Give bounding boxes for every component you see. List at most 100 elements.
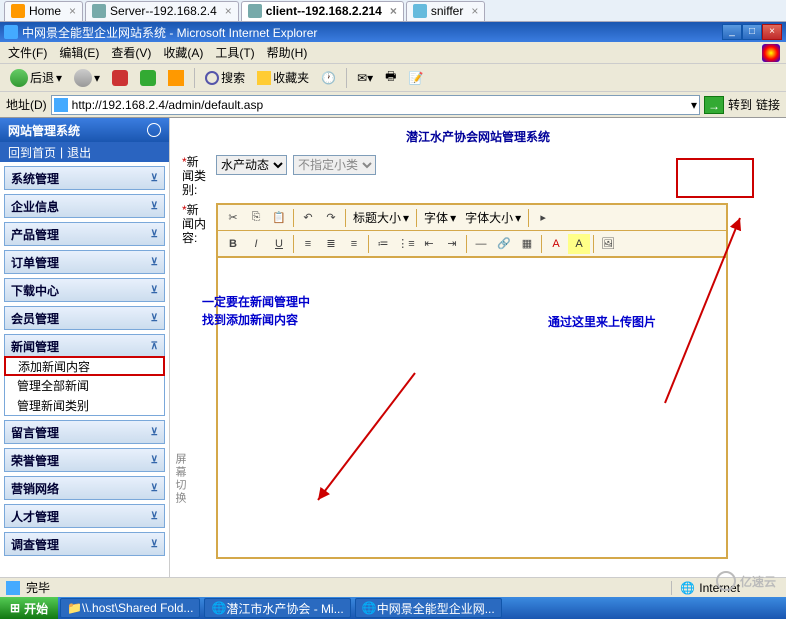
menu-view[interactable]: 查看(V) bbox=[111, 44, 151, 61]
italic-button[interactable]: I bbox=[245, 234, 267, 254]
close-icon[interactable]: × bbox=[471, 4, 478, 18]
underline-button[interactable]: U bbox=[268, 234, 290, 254]
sidebar-item-order[interactable]: 订单管理⊻ bbox=[5, 251, 164, 273]
table-button[interactable]: ▦ bbox=[516, 234, 538, 254]
star-icon bbox=[257, 71, 271, 85]
sidebar-item-survey[interactable]: 调查管理⊻ bbox=[5, 533, 164, 555]
undo-button[interactable]: ↶ bbox=[297, 208, 319, 228]
bold-button[interactable]: B bbox=[222, 234, 244, 254]
menu-file[interactable]: 文件(F) bbox=[8, 44, 47, 61]
globe-icon: 🌐 bbox=[680, 581, 695, 595]
sidebar-item-honor[interactable]: 荣誉管理⊻ bbox=[5, 449, 164, 471]
mail-button[interactable]: ✉▾ bbox=[353, 69, 377, 87]
address-input-wrap: ▾ bbox=[51, 95, 700, 115]
history-button[interactable]: 🕐 bbox=[317, 69, 340, 87]
sidebar-item-product[interactable]: 产品管理⊻ bbox=[5, 223, 164, 245]
edit-button[interactable]: 📝 bbox=[404, 69, 427, 87]
font-select[interactable]: 字体▾ bbox=[420, 209, 460, 226]
sidebar-item-message[interactable]: 留言管理⊻ bbox=[5, 421, 164, 443]
home-button[interactable] bbox=[164, 68, 188, 88]
indent-button[interactable]: ⇥ bbox=[441, 234, 463, 254]
unordered-list-button[interactable]: ⋮≡ bbox=[395, 234, 417, 254]
menu-tools[interactable]: 工具(T) bbox=[215, 44, 254, 61]
refresh-icon[interactable] bbox=[147, 123, 161, 137]
menu-favorites[interactable]: 收藏(A) bbox=[163, 44, 203, 61]
align-right-button[interactable]: ≡ bbox=[343, 234, 365, 254]
paste-button[interactable]: 📋 bbox=[268, 208, 290, 228]
outdent-button[interactable]: ⇤ bbox=[418, 234, 440, 254]
heading-size-select[interactable]: 标题大小▾ bbox=[349, 209, 413, 226]
dropdown-icon[interactable]: ▾ bbox=[691, 98, 697, 112]
links-label[interactable]: 链接 bbox=[756, 96, 780, 113]
backcolor-button[interactable]: A bbox=[568, 234, 590, 254]
close-icon[interactable]: × bbox=[225, 4, 232, 18]
sidebar-item-news[interactable]: 新闻管理⊼ bbox=[5, 335, 164, 357]
stop-button[interactable] bbox=[108, 68, 132, 88]
cloud-icon bbox=[716, 571, 736, 591]
ie-icon bbox=[4, 25, 18, 39]
sidebar-header: 网站管理系统 bbox=[0, 118, 169, 142]
sidebar-logout-link[interactable]: 退出 bbox=[67, 144, 91, 161]
start-button[interactable]: ⊞开始 bbox=[0, 597, 58, 619]
category-select-1[interactable]: 水产动态 bbox=[216, 155, 287, 175]
tab-server[interactable]: Server--192.168.2.4× bbox=[85, 1, 239, 21]
annotation-left: 一定要在新闻管理中 找到添加新闻内容 bbox=[202, 293, 310, 329]
close-icon[interactable]: × bbox=[69, 4, 76, 18]
sidebar-subitem-add-news[interactable]: 添加新闻内容 bbox=[4, 356, 165, 376]
forward-button[interactable]: ▾ bbox=[70, 67, 104, 89]
close-icon[interactable]: × bbox=[390, 4, 397, 18]
link-button[interactable]: 🔗 bbox=[493, 234, 515, 254]
taskbar-item[interactable]: 🌐 中网景全能型企业网... bbox=[355, 598, 502, 618]
refresh-button[interactable] bbox=[136, 68, 160, 88]
window-title: 中网景全能型企业网站系统 - Microsoft Internet Explor… bbox=[22, 24, 317, 41]
favorites-button[interactable]: 收藏夹 bbox=[253, 67, 313, 88]
ordered-list-button[interactable]: ≔ bbox=[372, 234, 394, 254]
sidebar-subitem-manage-category[interactable]: 管理新闻类别 bbox=[5, 395, 164, 415]
maximize-button[interactable]: □ bbox=[742, 24, 762, 40]
sidebar-item-system[interactable]: 系统管理⊻ bbox=[5, 167, 164, 189]
hr-button[interactable]: — bbox=[470, 234, 492, 254]
search-button[interactable]: 搜索 bbox=[201, 67, 249, 88]
sidebar-item-enterprise[interactable]: 企业信息⊻ bbox=[5, 195, 164, 217]
sidebar-home-link[interactable]: 回到首页 bbox=[8, 144, 56, 161]
cut-button[interactable]: ✂ bbox=[222, 208, 244, 228]
chevron-down-icon: ⊻ bbox=[151, 201, 158, 212]
chevron-down-icon: ⊻ bbox=[151, 539, 158, 550]
print-button[interactable]: 🖶 bbox=[381, 65, 400, 90]
category-select-2[interactable]: 不指定小类 bbox=[293, 155, 376, 175]
menu-edit[interactable]: 编辑(E) bbox=[59, 44, 99, 61]
page-title: 潜江水产协会网站管理系统 bbox=[182, 128, 774, 145]
chevron-down-icon: ⊻ bbox=[151, 229, 158, 240]
font-size-select[interactable]: 字体大小▾ bbox=[461, 209, 525, 226]
forecolor-button[interactable]: A bbox=[545, 234, 567, 254]
copy-button[interactable]: ⎘ bbox=[245, 208, 267, 228]
more-button[interactable]: ▸ bbox=[532, 208, 554, 228]
home-icon bbox=[11, 4, 25, 18]
menu-help[interactable]: 帮助(H) bbox=[267, 44, 308, 61]
tab-client[interactable]: client--192.168.2.214× bbox=[241, 1, 404, 21]
sidebar-item-marketing[interactable]: 营销网络⊻ bbox=[5, 477, 164, 499]
sidebar-item-member[interactable]: 会员管理⊻ bbox=[5, 307, 164, 329]
home-icon bbox=[168, 70, 184, 86]
align-left-button[interactable]: ≡ bbox=[297, 234, 319, 254]
minimize-button[interactable]: _ bbox=[722, 24, 742, 40]
insert-image-button[interactable]: 🖼 bbox=[597, 234, 619, 254]
browser-tabs: Home× Server--192.168.2.4× client--192.1… bbox=[0, 0, 786, 22]
sidebar-item-hr[interactable]: 人才管理⊻ bbox=[5, 505, 164, 527]
stop-icon bbox=[112, 70, 128, 86]
tab-sniffer[interactable]: sniffer× bbox=[406, 1, 485, 21]
close-button[interactable]: × bbox=[762, 24, 782, 40]
back-button[interactable]: 后退▾ bbox=[6, 67, 66, 89]
url-input[interactable] bbox=[72, 98, 687, 112]
taskbar-item[interactable]: 🌐 潜江市水产协会 - Mi... bbox=[204, 598, 350, 618]
chevron-down-icon: ⊻ bbox=[151, 257, 158, 268]
redo-button[interactable]: ↷ bbox=[320, 208, 342, 228]
tab-home[interactable]: Home× bbox=[4, 1, 83, 21]
sidebar-subitem-manage-news[interactable]: 管理全部新闻 bbox=[5, 375, 164, 395]
search-icon bbox=[205, 71, 219, 85]
taskbar-item[interactable]: 📁 \\.host\Shared Fold... bbox=[60, 598, 200, 618]
page-icon bbox=[54, 98, 68, 112]
go-button[interactable]: → bbox=[704, 96, 724, 114]
align-center-button[interactable]: ≣ bbox=[320, 234, 342, 254]
sidebar-item-download[interactable]: 下载中心⊻ bbox=[5, 279, 164, 301]
